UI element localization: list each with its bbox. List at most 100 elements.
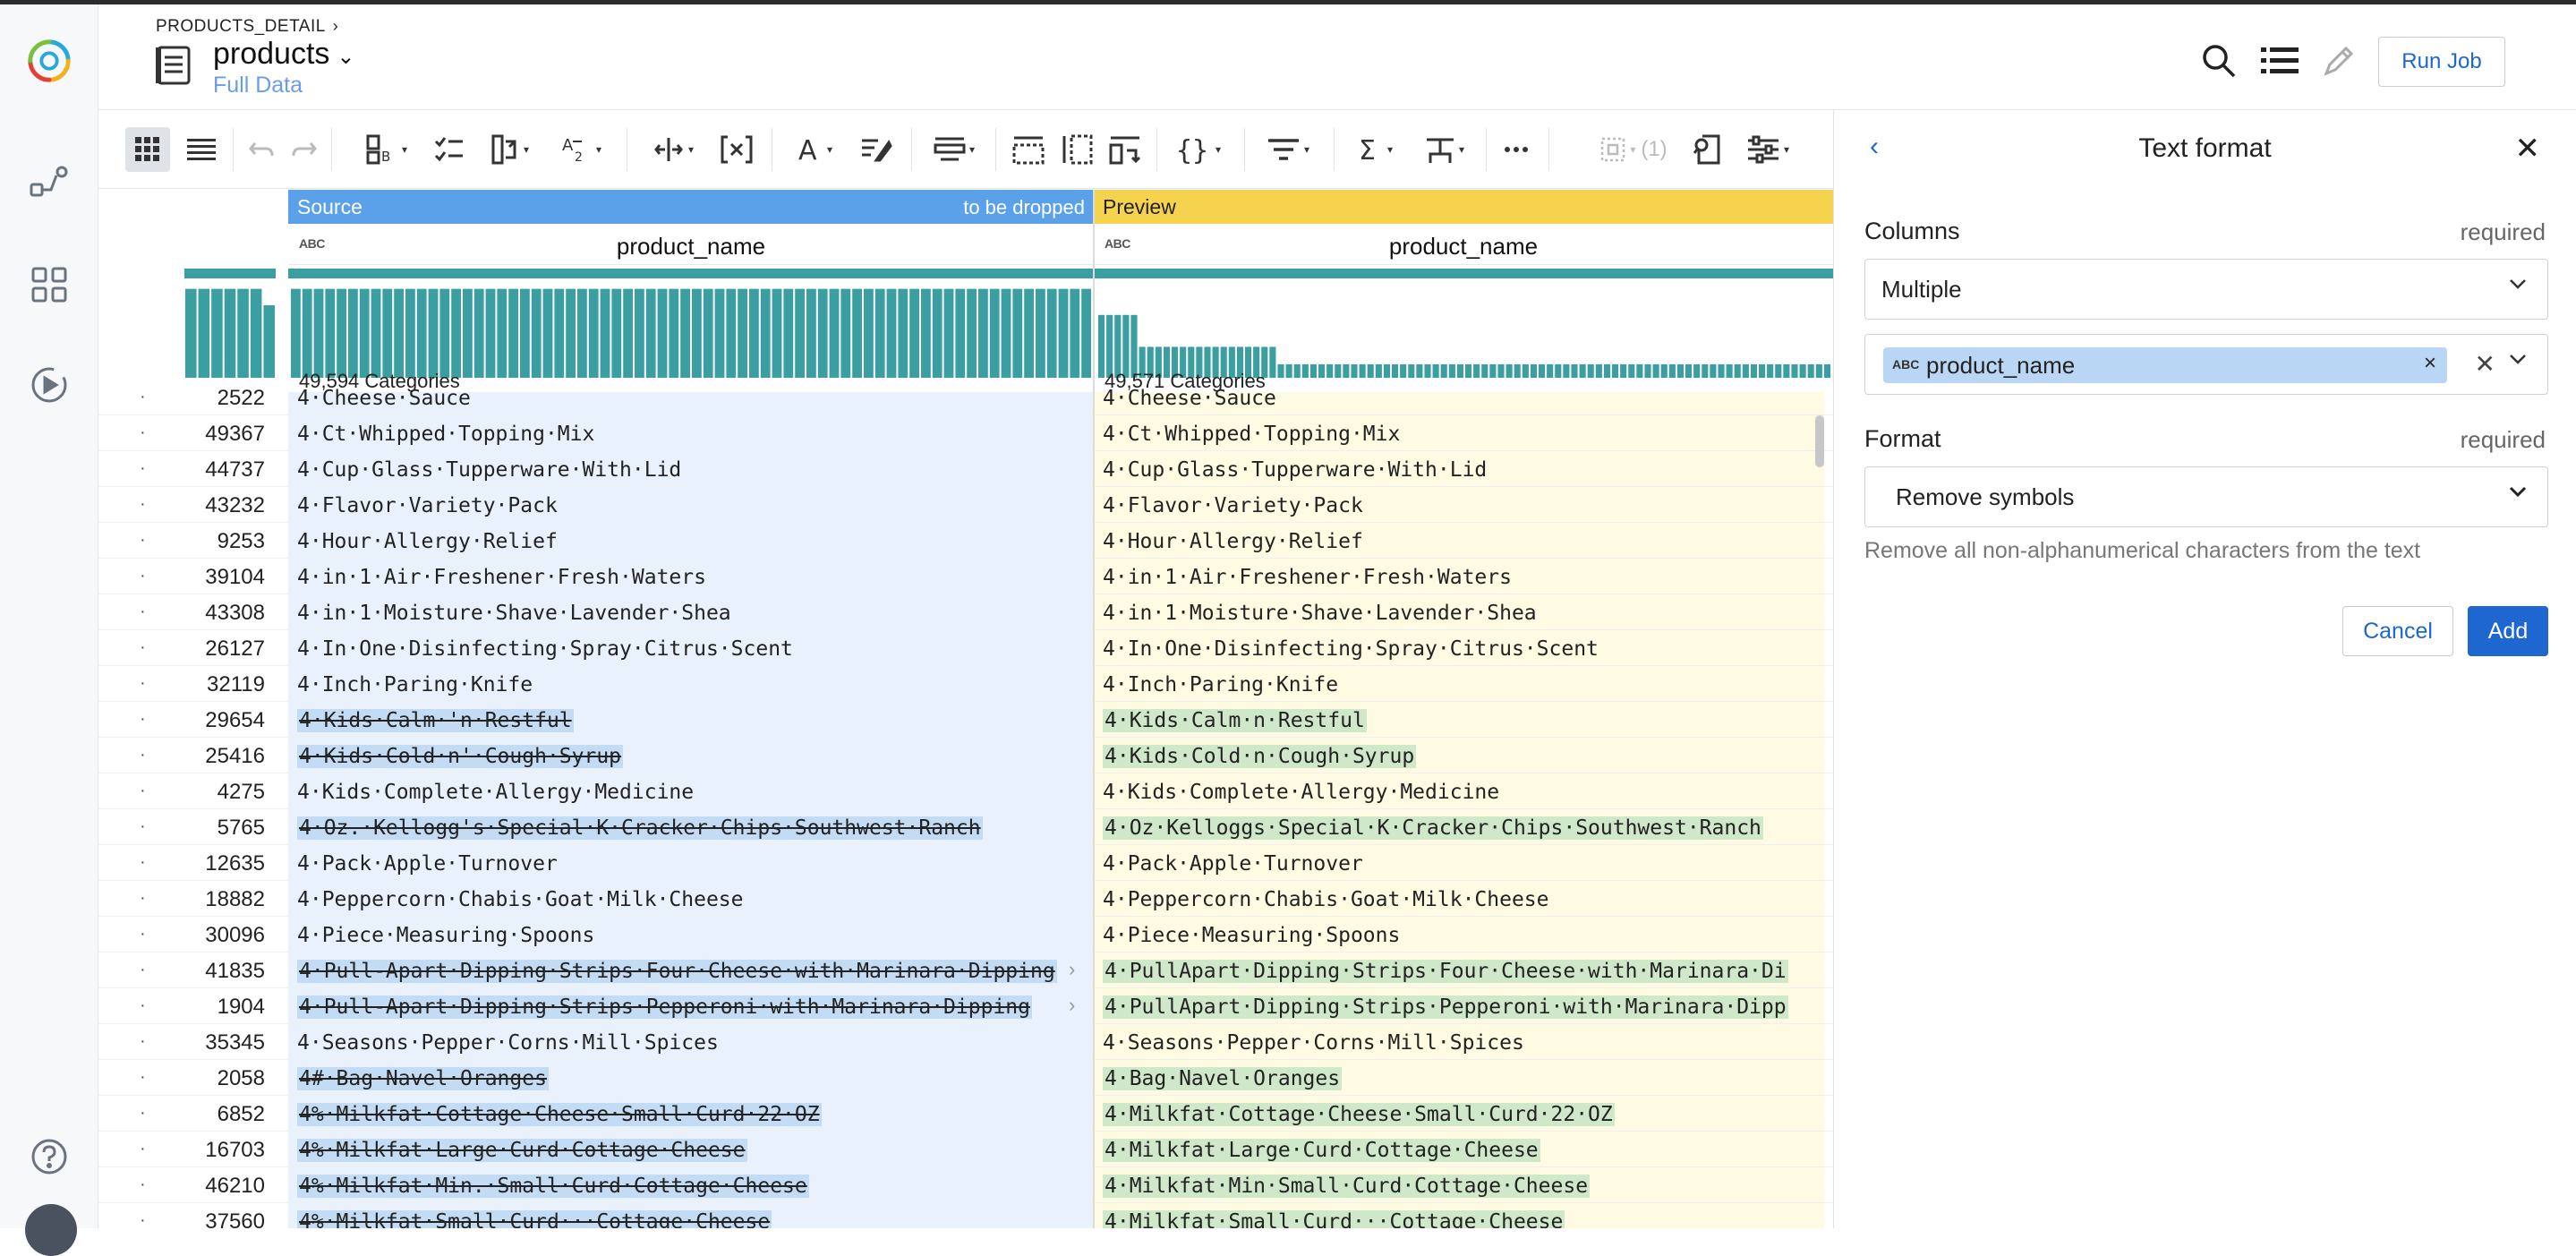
table-row[interactable]: · 35345 4·Seasons·Pepper·Corns·Mill·Spices… — [98, 1024, 1833, 1060]
filter-icon[interactable]: ▾ — [1257, 127, 1319, 172]
table-row[interactable]: · 18882 4·Peppercorn·Chabis·Goat·Milk·Chee… — [98, 881, 1833, 917]
merge-icon[interactable]: ▾ — [483, 127, 537, 172]
source-cell[interactable]: 4·In·One·Disinfecting·Spray·Citrus·Scent — [297, 637, 793, 661]
table-row[interactable]: · 9253 4·Hour·Allergy·Relief 4·Hour·Allergy… — [98, 523, 1833, 559]
preview-cell[interactable]: 4·Oz·Kelloggs·Special·K·Cracker·Chips·So… — [1103, 816, 1763, 840]
user-avatar[interactable] — [25, 1204, 77, 1256]
split-column-icon[interactable]: ▾ — [646, 127, 700, 172]
source-cell[interactable]: 4·Kids·Calm·'n·Restful — [297, 709, 574, 732]
preview-cell[interactable]: 4·Kids·Cold·n·Cough·Syrup — [1103, 745, 1417, 768]
table-row[interactable]: · 46210 4%·Milkfat·Min.·Small·Curd·Cottage… — [98, 1167, 1833, 1203]
recipe-list-icon[interactable] — [2257, 38, 2302, 83]
preview-cell[interactable]: 4·Milkfat·Cottage·Cheese·Small·Curd·22·O… — [1103, 1103, 1615, 1126]
clear-icon[interactable]: ✕ — [2475, 349, 2495, 379]
text-format-icon[interactable]: A 2 ▾ — [555, 127, 609, 172]
nest-icon[interactable] — [1008, 127, 1049, 172]
breadcrumb[interactable]: PRODUCTS_DETAIL › — [156, 17, 338, 37]
column-quality-bar[interactable] — [288, 269, 1833, 278]
aggregate-sum-icon[interactable]: Σ ▾ — [1348, 127, 1402, 172]
preview-cell[interactable]: 4·Cheese·Sauce — [1103, 387, 1276, 410]
table-row[interactable]: · 4275 4·Kids·Complete·Allergy·Medicine 4·K… — [98, 773, 1833, 809]
preview-cell[interactable]: 4·Flavor·Variety·Pack — [1103, 494, 1363, 517]
breadcrumb-label[interactable]: PRODUCTS_DETAIL — [156, 17, 326, 36]
table-row[interactable]: · 25416 4·Kids·Cold·n'·Cough·Syrup 4·Kids·C… — [98, 738, 1833, 773]
column-details-icon[interactable] — [1688, 127, 1729, 172]
chevron-down-icon[interactable] — [2508, 353, 2528, 370]
redo-icon[interactable] — [286, 127, 322, 172]
table-row[interactable]: · 2522 4·Cheese·Sauce 4·Cheese·Sauce — [98, 380, 1833, 415]
source-cell[interactable]: 4·Ct·Whipped·Topping·Mix — [297, 423, 594, 446]
preview-cell[interactable]: 4·Kids·Calm·n·Restful — [1103, 709, 1367, 732]
sample-selector[interactable]: Full Data — [213, 73, 303, 98]
source-cell[interactable]: 4%·Milkfat·Cottage·Cheese·Small·Curd·22·… — [297, 1103, 822, 1126]
preview-cell[interactable]: 4·Inch·Paring·Knife — [1103, 673, 1338, 696]
app-logo-icon[interactable] — [25, 37, 73, 85]
preview-cell[interactable]: 4·In·One·Disinfecting·Spray·Citrus·Scent — [1103, 637, 1599, 661]
table-row[interactable]: · 5765 4·Oz.·Kellogg's·Special·K·Cracker·C… — [98, 809, 1833, 845]
columns-mode-select[interactable]: Multiple — [1864, 259, 2548, 320]
pivot-icon[interactable] — [1105, 127, 1146, 172]
join-icon[interactable]: ▾ — [1418, 127, 1471, 172]
format-select[interactable]: Remove symbols — [1864, 466, 2548, 527]
expand-cell-icon[interactable]: › — [1069, 958, 1075, 981]
source-cell[interactable]: 4·Seasons·Pepper·Corns·Mill·Spices — [297, 1031, 719, 1055]
preview-cell[interactable]: 4·Kids·Complete·Allergy·Medicine — [1103, 781, 1499, 804]
source-cell[interactable]: 4·Pull-Apart·Dipping·Strips·Four·Cheese·… — [297, 960, 1057, 983]
source-cell[interactable]: 4·Piece·Measuring·Spoons — [297, 924, 594, 947]
rownum-histogram[interactable] — [184, 281, 276, 378]
dataset-selector[interactable]: products ⌄ — [213, 37, 355, 72]
preview-cell[interactable]: 4·in·1·Moisture·Shave·Lavender·Shea — [1103, 602, 1537, 625]
settings-sliders-icon[interactable]: ▾ — [1736, 127, 1799, 172]
preview-cell[interactable]: 4·Cup·Glass·Tupperware·With·Lid — [1103, 458, 1487, 482]
preview-cell[interactable]: 4·Seasons·Pepper·Corns·Mill·Spices — [1103, 1031, 1524, 1055]
change-type-icon[interactable]: B ▾ — [360, 127, 414, 172]
edit-recipe-icon[interactable] — [2316, 38, 2361, 83]
source-cell[interactable]: 4·Hour·Allergy·Relief — [297, 530, 558, 553]
source-cell[interactable]: 4·Inch·Paring·Knife — [297, 673, 533, 696]
lookup-button[interactable]: ▾ (1) — [1584, 127, 1683, 172]
table-row[interactable]: · 43308 4·in·1·Moisture·Shave·Lavender·She… — [98, 594, 1833, 630]
table-row[interactable]: · 12635 4·Pack·Apple·Turnover 4·Pack·Apple·… — [98, 845, 1833, 881]
source-cell[interactable]: 4·Oz.·Kellogg's·Special·K·Cracker·Chips·… — [297, 816, 983, 840]
source-column-header[interactable]: ABC product_name — [288, 224, 1094, 265]
preview-cell[interactable]: 4·Milkfat·Min·Small·Curd·Cottage·Cheese — [1103, 1175, 1591, 1198]
table-row[interactable]: · 41835 4·Pull-Apart·Dipping·Strips·Four·C… — [98, 953, 1833, 988]
source-cell[interactable]: 4·in·1·Moisture·Shave·Lavender·Shea — [297, 602, 731, 625]
table-row[interactable]: · 6852 4%·Milkfat·Cottage·Cheese·Small·Cur… — [98, 1096, 1833, 1132]
preview-cell[interactable]: 4·Pack·Apple·Turnover — [1103, 852, 1363, 876]
undo-icon[interactable] — [243, 127, 279, 172]
vertical-scrollbar[interactable] — [1815, 415, 1824, 467]
remove-chip-icon[interactable]: × — [2424, 351, 2436, 376]
source-cell[interactable]: 4·in·1·Air·Freshener·Fresh·Waters — [297, 566, 706, 589]
format-text-icon[interactable]: A ▾ — [788, 127, 841, 172]
table-row[interactable]: · 2058 4#·Bag·Navel·Oranges 4·Bag·Navel·Ora… — [98, 1060, 1833, 1096]
source-cell[interactable]: 4·Peppercorn·Chabis·Goat·Milk·Cheese — [297, 888, 744, 911]
extract-icon[interactable] — [716, 127, 757, 172]
preview-column-header[interactable]: ABC product_name — [1094, 224, 1833, 265]
replace-icon[interactable] — [856, 127, 897, 172]
table-row[interactable]: · 37560 4%·Milkfat·Small·Curd···Cottage·Ch… — [98, 1203, 1833, 1228]
source-cell[interactable]: 4·Kids·Cold·n'·Cough·Syrup — [297, 745, 624, 768]
preview-histogram[interactable] — [1097, 281, 1831, 378]
table-row[interactable]: · 16703 4%·Milkfat·Large·Curd·Cottage·Chee… — [98, 1132, 1833, 1167]
table-row[interactable]: · 29654 4·Kids·Calm·'n·Restful 4·Kids·Calm·… — [98, 702, 1833, 738]
help-icon[interactable] — [25, 1132, 73, 1181]
column-chip[interactable]: ABC product_name × — [1883, 347, 2447, 383]
run-job-button[interactable]: Run Job — [2378, 37, 2505, 87]
source-cell[interactable]: 4%·Milkfat·Min.·Small·Curd·Cottage·Chees… — [297, 1175, 809, 1198]
row-quality-bar[interactable] — [184, 269, 276, 278]
columns-input[interactable]: ABC product_name × ✕ — [1864, 334, 2548, 395]
more-icon[interactable] — [1498, 127, 1534, 172]
library-icon[interactable] — [25, 261, 73, 309]
close-icon[interactable]: ✕ — [2515, 133, 2541, 164]
flow-icon[interactable] — [25, 158, 73, 207]
preview-cell[interactable]: 4·Ct·Whipped·Topping·Mix — [1103, 423, 1400, 446]
structure-icon[interactable]: {} ▾ — [1169, 127, 1228, 172]
preview-cell[interactable]: 4·in·1·Air·Freshener·Fresh·Waters — [1103, 566, 1512, 589]
jobs-icon[interactable] — [25, 361, 73, 409]
table-row[interactable]: · 32119 4·Inch·Paring·Knife 4·Inch·Paring·K… — [98, 666, 1833, 702]
list-view-icon[interactable] — [181, 127, 222, 172]
source-cell[interactable]: 4·Cup·Glass·Tupperware·With·Lid — [297, 458, 681, 482]
preview-column-name[interactable]: product_name — [1094, 233, 1833, 261]
table-row[interactable]: · 30096 4·Piece·Measuring·Spoons 4·Piece·Me… — [98, 917, 1833, 953]
